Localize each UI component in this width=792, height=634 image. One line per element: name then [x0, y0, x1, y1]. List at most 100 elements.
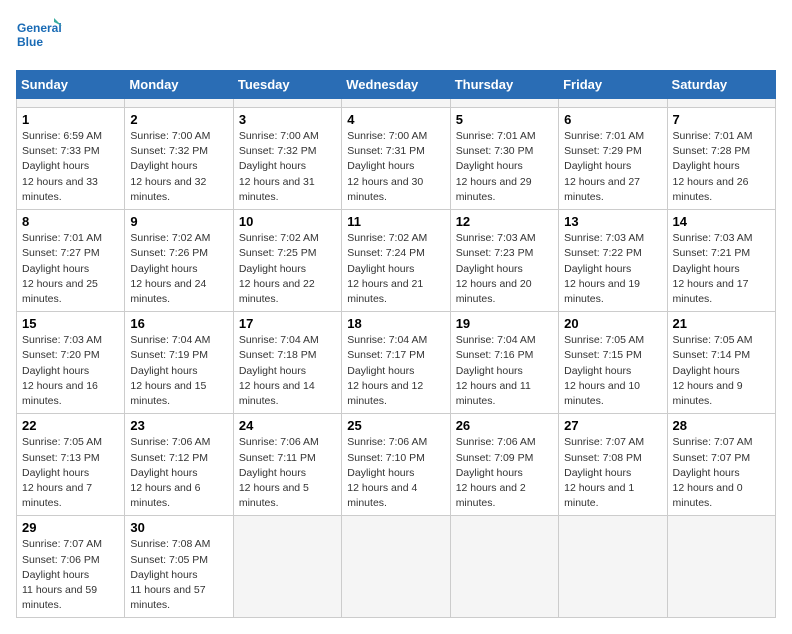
day-number: 1: [22, 112, 119, 127]
day-info: Sunrise: 7:05 AMSunset: 7:14 PMDaylight …: [673, 333, 770, 409]
calendar-cell: [125, 99, 233, 108]
calendar-cell: 1 Sunrise: 6:59 AMSunset: 7:33 PMDaylight…: [17, 108, 125, 210]
day-number: 16: [130, 316, 227, 331]
day-info: Sunrise: 7:01 AMSunset: 7:27 PMDaylight …: [22, 231, 119, 307]
day-info: Sunrise: 7:06 AMSunset: 7:10 PMDaylight …: [347, 435, 444, 511]
calendar-cell: 22Sunrise: 7:05 AMSunset: 7:13 PMDayligh…: [17, 414, 125, 516]
day-info: Sunrise: 7:06 AMSunset: 7:09 PMDaylight …: [456, 435, 553, 511]
weekday-header-monday: Monday: [125, 71, 233, 99]
calendar-cell: 23 Sunrise: 7:06 AMSunset: 7:12 PMDayligh…: [125, 414, 233, 516]
day-number: 10: [239, 214, 336, 229]
calendar-cell: [559, 516, 667, 618]
day-info: Sunrise: 7:04 AMSunset: 7:18 PMDaylight …: [239, 333, 336, 409]
day-number: 9: [130, 214, 227, 229]
day-info: Sunrise: 7:02 AMSunset: 7:24 PMDaylight …: [347, 231, 444, 307]
day-number: 19: [456, 316, 553, 331]
day-info: Sunrise: 7:00 AMSunset: 7:32 PMDaylight …: [130, 129, 227, 205]
logo-svg: General Blue: [16, 16, 66, 60]
day-info: Sunrise: 7:03 AMSunset: 7:20 PMDaylight …: [22, 333, 119, 409]
calendar-cell: 4 Sunrise: 7:00 AMSunset: 7:31 PMDaylight…: [342, 108, 450, 210]
day-info: Sunrise: 7:02 AMSunset: 7:25 PMDaylight …: [239, 231, 336, 307]
calendar-cell: 12 Sunrise: 7:03 AMSunset: 7:23 PMDayligh…: [450, 210, 558, 312]
day-number: 12: [456, 214, 553, 229]
day-number: 30: [130, 520, 227, 535]
day-number: 26: [456, 418, 553, 433]
calendar-cell: [342, 516, 450, 618]
calendar-cell: 11 Sunrise: 7:02 AMSunset: 7:24 PMDayligh…: [342, 210, 450, 312]
calendar-cell: [559, 99, 667, 108]
day-number: 23: [130, 418, 227, 433]
calendar-cell: 16 Sunrise: 7:04 AMSunset: 7:19 PMDayligh…: [125, 312, 233, 414]
day-number: 17: [239, 316, 336, 331]
calendar-cell: 21 Sunrise: 7:05 AMSunset: 7:14 PMDayligh…: [667, 312, 775, 414]
calendar-cell: 20Sunrise: 7:05 AMSunset: 7:15 PMDayligh…: [559, 312, 667, 414]
page-header: General Blue: [16, 16, 776, 60]
calendar-cell: 8 Sunrise: 7:01 AMSunset: 7:27 PMDaylight…: [17, 210, 125, 312]
calendar-cell: [17, 99, 125, 108]
day-info: Sunrise: 7:06 AMSunset: 7:12 PMDaylight …: [130, 435, 227, 511]
calendar-cell: 19 Sunrise: 7:04 AMSunset: 7:16 PMDayligh…: [450, 312, 558, 414]
day-info: Sunrise: 7:05 AMSunset: 7:15 PMDaylight …: [564, 333, 661, 409]
calendar-cell: 10 Sunrise: 7:02 AMSunset: 7:25 PMDayligh…: [233, 210, 341, 312]
day-number: 24: [239, 418, 336, 433]
svg-text:General: General: [17, 21, 62, 35]
weekday-header-friday: Friday: [559, 71, 667, 99]
calendar-cell: 29Sunrise: 7:07 AMSunset: 7:06 PMDayligh…: [17, 516, 125, 618]
day-number: 4: [347, 112, 444, 127]
week-row-5: 29Sunrise: 7:07 AMSunset: 7:06 PMDayligh…: [17, 516, 776, 618]
weekday-header-wednesday: Wednesday: [342, 71, 450, 99]
day-info: Sunrise: 7:01 AMSunset: 7:30 PMDaylight …: [456, 129, 553, 205]
day-number: 18: [347, 316, 444, 331]
week-row-0: [17, 99, 776, 108]
day-number: 13: [564, 214, 661, 229]
svg-text:Blue: Blue: [17, 35, 43, 49]
weekday-header-saturday: Saturday: [667, 71, 775, 99]
day-info: Sunrise: 7:07 AMSunset: 7:06 PMDaylight …: [22, 537, 119, 613]
day-info: Sunrise: 7:03 AMSunset: 7:23 PMDaylight …: [456, 231, 553, 307]
day-number: 21: [673, 316, 770, 331]
day-number: 7: [673, 112, 770, 127]
day-number: 3: [239, 112, 336, 127]
calendar-cell: 25 Sunrise: 7:06 AMSunset: 7:10 PMDayligh…: [342, 414, 450, 516]
calendar-cell: [667, 516, 775, 618]
day-info: Sunrise: 7:02 AMSunset: 7:26 PMDaylight …: [130, 231, 227, 307]
week-row-3: 15Sunrise: 7:03 AMSunset: 7:20 PMDayligh…: [17, 312, 776, 414]
day-info: Sunrise: 7:04 AMSunset: 7:17 PMDaylight …: [347, 333, 444, 409]
logo: General Blue: [16, 16, 66, 60]
calendar-cell: [667, 99, 775, 108]
calendar-cell: 3 Sunrise: 7:00 AMSunset: 7:32 PMDaylight…: [233, 108, 341, 210]
day-info: Sunrise: 7:06 AMSunset: 7:11 PMDaylight …: [239, 435, 336, 511]
day-info: Sunrise: 7:04 AMSunset: 7:16 PMDaylight …: [456, 333, 553, 409]
day-number: 28: [673, 418, 770, 433]
day-number: 6: [564, 112, 661, 127]
calendar-cell: 7 Sunrise: 7:01 AMSunset: 7:28 PMDaylight…: [667, 108, 775, 210]
day-info: Sunrise: 7:00 AMSunset: 7:31 PMDaylight …: [347, 129, 444, 205]
day-number: 5: [456, 112, 553, 127]
weekday-header-sunday: Sunday: [17, 71, 125, 99]
calendar-cell: 5 Sunrise: 7:01 AMSunset: 7:30 PMDaylight…: [450, 108, 558, 210]
calendar-cell: [342, 99, 450, 108]
calendar-cell: [233, 516, 341, 618]
day-number: 25: [347, 418, 444, 433]
day-number: 22: [22, 418, 119, 433]
calendar-cell: [450, 99, 558, 108]
day-info: Sunrise: 7:03 AMSunset: 7:22 PMDaylight …: [564, 231, 661, 307]
day-number: 27: [564, 418, 661, 433]
week-row-4: 22Sunrise: 7:05 AMSunset: 7:13 PMDayligh…: [17, 414, 776, 516]
day-info: Sunrise: 7:01 AMSunset: 7:28 PMDaylight …: [673, 129, 770, 205]
calendar-cell: 18 Sunrise: 7:04 AMSunset: 7:17 PMDayligh…: [342, 312, 450, 414]
calendar-cell: 9 Sunrise: 7:02 AMSunset: 7:26 PMDaylight…: [125, 210, 233, 312]
calendar-cell: 2Sunrise: 7:00 AMSunset: 7:32 PMDaylight…: [125, 108, 233, 210]
day-number: 11: [347, 214, 444, 229]
day-info: Sunrise: 6:59 AMSunset: 7:33 PMDaylight …: [22, 129, 119, 205]
day-number: 8: [22, 214, 119, 229]
calendar-cell: 6 Sunrise: 7:01 AMSunset: 7:29 PMDaylight…: [559, 108, 667, 210]
week-row-2: 8 Sunrise: 7:01 AMSunset: 7:27 PMDaylight…: [17, 210, 776, 312]
day-info: Sunrise: 7:01 AMSunset: 7:29 PMDaylight …: [564, 129, 661, 205]
calendar-cell: 13 Sunrise: 7:03 AMSunset: 7:22 PMDayligh…: [559, 210, 667, 312]
calendar-cell: 28Sunrise: 7:07 AMSunset: 7:07 PMDayligh…: [667, 414, 775, 516]
day-info: Sunrise: 7:04 AMSunset: 7:19 PMDaylight …: [130, 333, 227, 409]
day-info: Sunrise: 7:00 AMSunset: 7:32 PMDaylight …: [239, 129, 336, 205]
calendar-cell: 26 Sunrise: 7:06 AMSunset: 7:09 PMDayligh…: [450, 414, 558, 516]
day-info: Sunrise: 7:08 AMSunset: 7:05 PMDaylight …: [130, 537, 227, 613]
